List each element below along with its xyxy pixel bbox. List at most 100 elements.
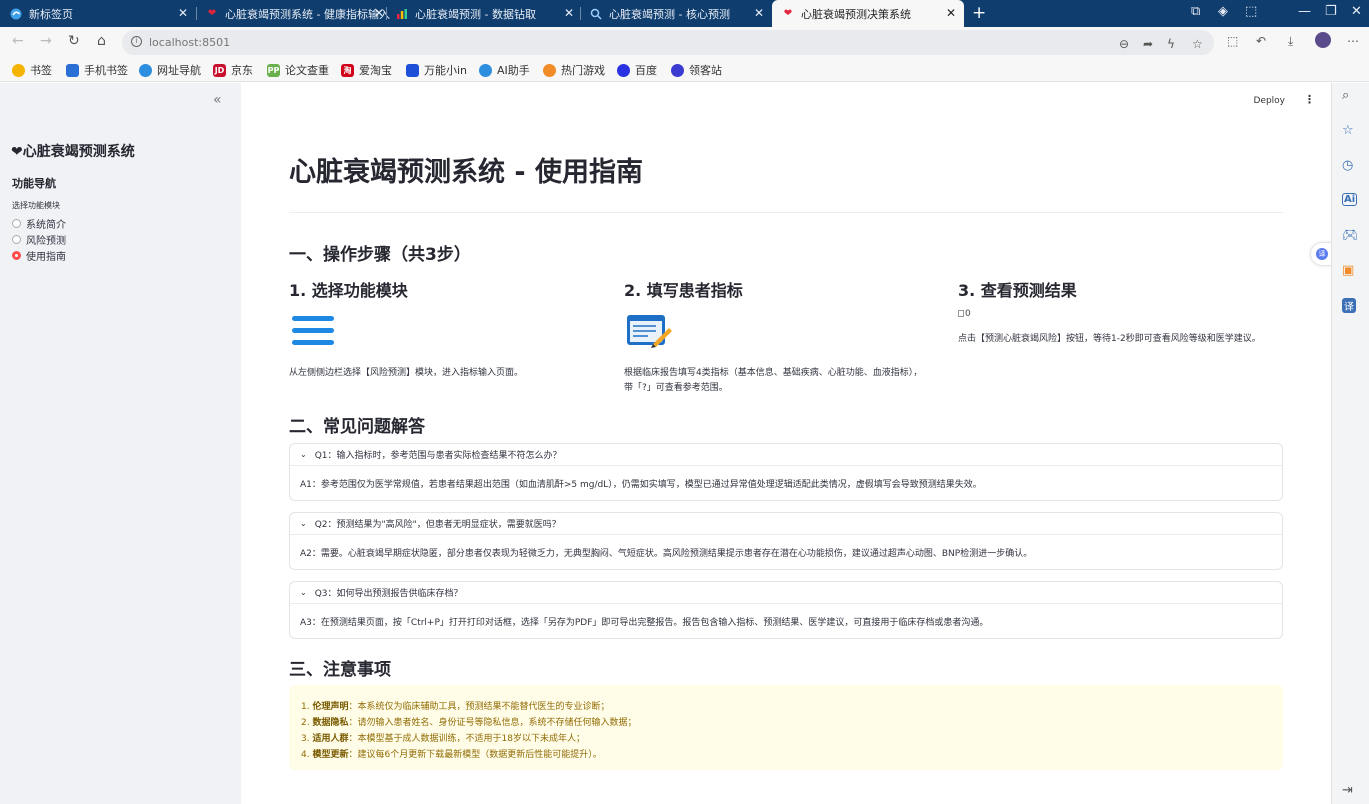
avatar[interactable] <box>1315 32 1331 48</box>
ai-icon[interactable]: Ai <box>1342 193 1358 206</box>
refresh-icon[interactable]: ↻ <box>68 33 80 49</box>
search-icon[interactable]: ⌕ <box>1342 88 1349 103</box>
tab-health-input[interactable]: ❤ 心脏衰竭预测系统 - 健康指标输入 ✕ <box>196 0 392 27</box>
faq-question-1[interactable]: ⌄ Q1：输入指标时，参考范围与患者实际检查结果不符怎么办？ <box>290 444 1282 466</box>
radio-dot-selected[interactable] <box>12 251 21 260</box>
extension-icon[interactable]: ⬚ <box>1227 34 1238 48</box>
radio-option-guide[interactable]: 使用指南 <box>12 248 66 263</box>
notice-item: 1. 伦理声明：本系统仅为临床辅助工具，预测结果不能替代医生的专业诊断； <box>301 699 610 712</box>
radio-dot[interactable] <box>12 235 21 244</box>
notice-bold: 数据隐私 <box>312 718 349 728</box>
tab-title: 心脏衰竭预测 - 核心预测 <box>609 7 730 21</box>
close-window-button[interactable]: ✕ <box>1351 4 1362 19</box>
taobao-icon: 淘 <box>341 63 354 77</box>
faq-question-2[interactable]: ⌄ Q2：预测结果为"高风险"，但患者无明显症状，需要就医吗？ <box>290 513 1282 535</box>
address-bar[interactable]: i localhost:8501 ⊖ ➦ ϟ ☆ <box>122 30 1214 55</box>
bookmark-label: 网址导航 <box>157 64 201 77</box>
bookmark-item[interactable]: PP 论文查重 <box>267 62 329 78</box>
notice-text: ：本系统仅为临床辅助工具，预测结果不能替代医生的专业诊断； <box>348 702 610 712</box>
zoom-icon[interactable]: ⊖ <box>1119 37 1129 51</box>
collapse-sidebar-icon[interactable]: « <box>213 92 222 108</box>
favorite-star-icon[interactable]: ☆ <box>1192 37 1203 51</box>
back-icon[interactable]: ← <box>12 33 24 49</box>
step-3-title: 3. 查看预测结果 <box>958 281 1077 300</box>
bookmark-label: 热门游戏 <box>561 64 605 77</box>
faq-question-text: Q3：如何导出预测报告供临床存档？ <box>314 589 463 599</box>
more-icon[interactable]: ⋯ <box>1347 34 1359 48</box>
step-3-text: 点击【预测心脏衰竭风险】按钮，等待1-2秒即可查看风险等级和医学建议。 <box>958 334 1261 344</box>
close-icon[interactable]: ✕ <box>754 6 764 20</box>
bookmark-item[interactable]: 淘爱淘宝 <box>341 62 392 78</box>
bookmark-label: 领客站 <box>689 64 722 77</box>
notice-text: ：建议每6个月更新下载最新模型（数据更新后性能可能提升）。 <box>348 750 602 760</box>
radio-label: 系统简介 <box>26 220 66 231</box>
bookmark-item[interactable]: 百度 <box>617 62 657 78</box>
faq-expander-1[interactable]: ⌄ Q1：输入指标时，参考范围与患者实际检查结果不符怎么办？ A1：参考范围仅为医… <box>289 443 1283 501</box>
bookmark-label: 京东 <box>231 64 253 77</box>
download-icon[interactable]: ⤓ <box>1288 34 1293 49</box>
bookmark-item[interactable]: 书签 <box>12 62 52 78</box>
bookmark-item[interactable]: AI助手 <box>479 62 530 78</box>
tab-data-drill[interactable]: 心脏衰竭预测 - 数据钻取 ✕ <box>386 0 582 27</box>
faq-question-3[interactable]: ⌄ Q3：如何导出预测报告供临床存档？ <box>290 582 1282 604</box>
step-2-title: 2. 填写患者指标 <box>624 281 743 300</box>
tab-title: 新标签页 <box>29 7 73 21</box>
maximize-button[interactable]: ❐ <box>1325 4 1337 19</box>
translate-icon[interactable]: 译 <box>1342 298 1356 313</box>
tab-new-tab[interactable]: 新标签页 ✕ <box>0 0 196 27</box>
home-icon[interactable]: ⌂ <box>97 33 106 49</box>
notice-item: 4. 模型更新：建议每6个月更新下载最新模型（数据更新后性能可能提升）。 <box>301 747 602 760</box>
expand-panel-icon[interactable]: ⇥ <box>1342 783 1353 798</box>
undo-icon[interactable]: ↶ <box>1256 34 1266 48</box>
radio-label: 风险预测 <box>26 236 66 247</box>
minimize-button[interactable]: — <box>1298 4 1311 19</box>
browser-side-panel: ⌕ ☆ ◷ Ai 🎮︎ ▣ 译 ⇥ <box>1331 83 1369 804</box>
radio-option-intro[interactable]: 系统简介 <box>12 216 66 231</box>
favorites-star-icon[interactable]: ☆ <box>1342 123 1354 138</box>
tab-title: 心脏衰竭预测系统 - 健康指标输入 <box>225 7 390 21</box>
radio-option-predict[interactable]: 风险预测 <box>12 232 66 247</box>
lightning-icon[interactable]: ϟ <box>1167 37 1175 51</box>
history-icon[interactable]: ◷ <box>1342 158 1353 173</box>
bookmark-label: 万能小in <box>424 64 468 77</box>
toolbox-icon[interactable]: ▣ <box>1342 263 1354 278</box>
bookmark-item[interactable]: JD 京东 <box>213 62 253 78</box>
close-icon[interactable]: ✕ <box>374 6 384 20</box>
radio-dot[interactable] <box>12 219 21 228</box>
bookmark-item[interactable]: 热门游戏 <box>543 62 605 78</box>
close-icon[interactable]: ✕ <box>564 6 574 20</box>
edge-icon <box>10 8 22 20</box>
translate-icon: 译 <box>1316 248 1328 260</box>
notice-num: 4. <box>301 750 310 760</box>
menu-lines-icon <box>292 315 334 351</box>
bookmark-item[interactable]: 领客站 <box>671 62 722 78</box>
main-content: Deploy ⋮ 心脏衰竭预测系统 - 使用指南 一、操作步骤（共3步） 1. … <box>241 83 1331 804</box>
share-icon[interactable]: ➦ <box>1143 37 1153 51</box>
copilot-icon[interactable]: ◈ <box>1218 4 1228 19</box>
tab-decision-system[interactable]: ❤ 心脏衰竭预测决策系统 ✕ <box>772 0 964 27</box>
gamepad-icon[interactable]: 🎮︎ <box>1342 228 1359 243</box>
deploy-button[interactable]: Deploy <box>1253 96 1285 106</box>
bookmark-item[interactable]: 手机书签 <box>66 62 128 78</box>
bookmark-item[interactable]: 万能小in <box>406 62 467 78</box>
kebab-menu-icon[interactable]: ⋮ <box>1304 93 1315 106</box>
bookmarks-bar: 书签 手机书签 网址导航 JD 京东 PP 论文查重 淘爱淘宝 万能小in AI助手… <box>0 58 1369 82</box>
faq-expander-3[interactable]: ⌄ Q3：如何导出预测报告供临床存档？ A3：在预测结果页面，按「Ctrl+P」打… <box>289 581 1283 639</box>
bookmark-label: 百度 <box>635 64 657 77</box>
tab-core-predict[interactable]: 心脏衰竭预测 - 核心预测 ✕ <box>580 0 772 27</box>
split-screen-icon[interactable]: ⧉ <box>1191 4 1200 19</box>
chevron-down-icon: ⌄ <box>300 519 307 528</box>
close-icon[interactable]: ✕ <box>946 6 956 20</box>
info-icon[interactable]: i <box>131 36 142 47</box>
floating-translate-button[interactable]: 译 <box>1311 243 1333 265</box>
jd-icon: JD <box>213 63 226 77</box>
new-tab-button[interactable]: + <box>972 3 986 23</box>
close-icon[interactable]: ✕ <box>178 6 188 20</box>
sidebar-nav-heading: 功能导航 <box>12 177 56 190</box>
forward-icon[interactable]: → <box>40 33 52 49</box>
address-row: ← → ↻ ⌂ i localhost:8501 ⊖ ➦ ϟ ☆ ⬚ ↶ ⤓ ⋯ <box>0 27 1369 58</box>
faq-question-text: Q2：预测结果为"高风险"，但患者无明显症状，需要就医吗？ <box>314 520 561 530</box>
extensions-icon[interactable]: ⬚ <box>1245 4 1257 19</box>
bookmark-item[interactable]: 网址导航 <box>139 62 201 78</box>
faq-expander-2[interactable]: ⌄ Q2：预测结果为"高风险"，但患者无明显症状，需要就医吗？ A2：需要。心脏衰… <box>289 512 1283 570</box>
